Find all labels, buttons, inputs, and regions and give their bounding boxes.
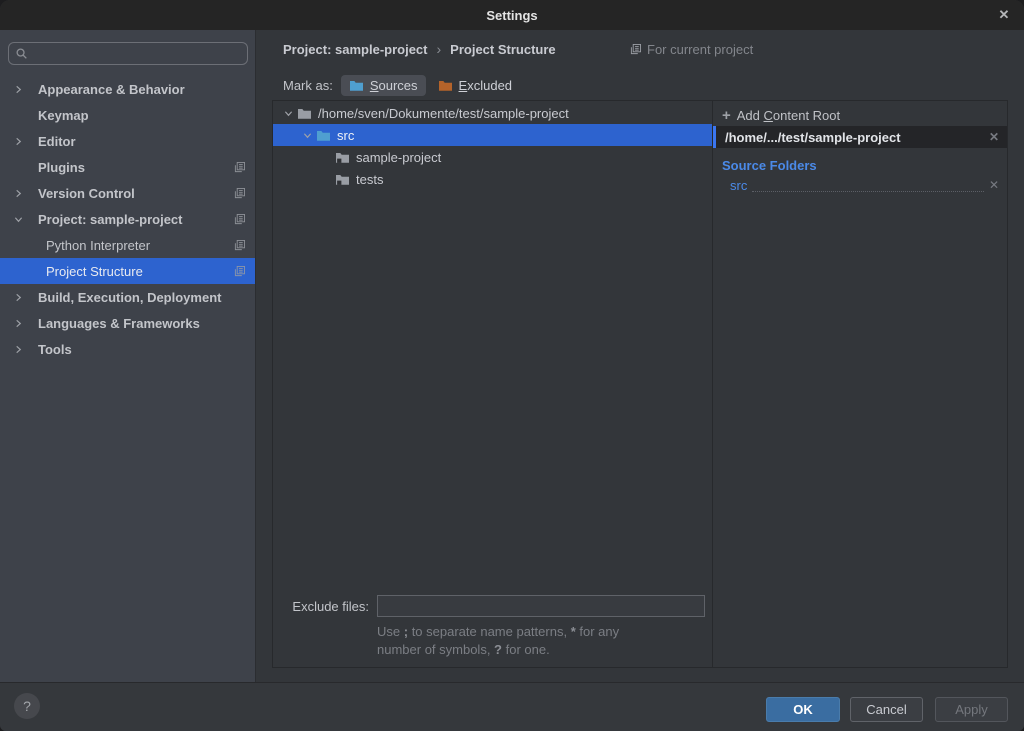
chevron-down-icon (14, 215, 38, 224)
scope-note-label: For current project (647, 42, 753, 57)
chevron-right-icon (14, 85, 38, 94)
apply-button[interactable]: Apply (935, 697, 1008, 722)
dialog-footer: ? OK Cancel Apply (0, 682, 1024, 731)
sidebar-item-label: Python Interpreter (46, 238, 150, 253)
add-content-root-button[interactable]: + Add Content Root (713, 104, 1007, 126)
exclude-files-hint: Use ; to separate name patterns, * for a… (377, 623, 712, 659)
help-icon: ? (23, 698, 31, 714)
sidebar-item-tools[interactable]: Tools (0, 336, 255, 362)
search-field[interactable] (8, 42, 248, 65)
mark-as-option-label: Sources (370, 78, 418, 93)
breadcrumb: Project: sample-project › Project Struct… (283, 38, 556, 60)
chevron-right-icon (14, 189, 38, 198)
sidebar-item-appearance-behavior[interactable]: Appearance & Behavior (0, 76, 255, 102)
folder-icon (349, 79, 364, 92)
folder-tree: /home/sven/Dokumente/test/sample-project… (273, 101, 713, 667)
content-roots-pane: + Add Content Root /home/.../test/sample… (713, 101, 1007, 667)
sidebar-item-project-structure[interactable]: Project Structure (0, 258, 255, 284)
sidebar-item-project-sample-project[interactable]: Project: sample-project (0, 206, 255, 232)
chevron-down-icon (279, 109, 297, 118)
breadcrumb-project[interactable]: Project: sample-project (283, 42, 428, 57)
mark-as-excluded[interactable]: Excluded (430, 75, 520, 96)
add-content-root-label: Add Content Root (737, 108, 840, 123)
tree-row-label: /home/sven/Dokumente/test/sample-project (318, 106, 569, 121)
source-folders-title: Source Folders (722, 158, 1007, 173)
sidebar-item-label: Version Control (38, 186, 135, 201)
chevron-right-icon (14, 319, 38, 328)
exclude-files-input[interactable] (377, 595, 705, 617)
per-project-icon (234, 266, 245, 277)
tree-row-label: tests (356, 172, 383, 187)
exclude-files-section: Exclude files: Use ; to separate name pa… (273, 595, 712, 659)
sidebar-item-python-interpreter[interactable]: Python Interpreter (0, 232, 255, 258)
folder-icon (316, 129, 331, 142)
folder-icon (297, 107, 312, 120)
help-button[interactable]: ? (14, 693, 40, 719)
folder-icon (335, 173, 350, 186)
scope-note: For current project (630, 38, 753, 60)
mark-as-sources[interactable]: Sources (341, 75, 426, 96)
per-project-icon (234, 162, 245, 173)
tree-row-sample-project[interactable]: sample-project (273, 146, 712, 168)
sidebar-item-label: Appearance & Behavior (38, 82, 185, 97)
mark-as-label: Mark as: (283, 78, 333, 93)
search-input[interactable] (33, 45, 241, 62)
dotted-leader (752, 179, 984, 192)
sidebar-item-keymap[interactable]: Keymap (0, 102, 255, 128)
sidebar-item-label: Project Structure (46, 264, 143, 279)
breadcrumb-page[interactable]: Project Structure (450, 42, 555, 57)
sidebar-item-plugins[interactable]: Plugins (0, 154, 255, 180)
content-root-row[interactable]: /home/.../test/sample-project ✕ (713, 126, 1007, 148)
chevron-right-icon (14, 293, 38, 302)
exclude-files-label: Exclude files: (273, 599, 369, 614)
folder-icon (335, 151, 350, 164)
close-icon[interactable]: ✕ (992, 0, 1016, 30)
sidebar-item-label: Project: sample-project (38, 212, 183, 227)
project-structure-panel: /home/sven/Dokumente/test/sample-project… (272, 100, 1008, 668)
remove-content-root-icon[interactable]: ✕ (989, 130, 999, 144)
dialog-title: Settings (486, 8, 537, 23)
tree-row-label: sample-project (356, 150, 441, 165)
ok-button[interactable]: OK (766, 697, 840, 722)
sidebar-item-label: Plugins (38, 160, 85, 175)
per-project-icon (630, 44, 641, 55)
cancel-button[interactable]: Cancel (850, 697, 923, 722)
tree-row-home-sven-dokumente-test-sample-project[interactable]: /home/sven/Dokumente/test/sample-project (273, 102, 712, 124)
chevron-right-icon (14, 137, 38, 146)
tree-row-src[interactable]: src (273, 124, 712, 146)
folder-icon (438, 79, 453, 92)
settings-sidebar: Appearance & Behavior Keymap Editor Plugins… (0, 30, 256, 683)
search-icon (15, 47, 28, 60)
per-project-icon (234, 240, 245, 251)
chevron-right-icon (14, 345, 38, 354)
sidebar-item-label: Editor (38, 134, 76, 149)
sidebar-item-label: Tools (38, 342, 72, 357)
source-folder-row[interactable]: src ✕ (713, 173, 1007, 195)
chevron-down-icon (298, 131, 316, 140)
sidebar-item-build-execution-deployment[interactable]: Build, Execution, Deployment (0, 284, 255, 310)
mark-as-options: Sources Excluded (341, 75, 520, 96)
mark-as-toolbar: Mark as: Sources Excluded (283, 71, 520, 99)
settings-dialog: Settings ✕ Appearance & Behavior Keymap Ed… (0, 0, 1024, 731)
sidebar-item-label: Keymap (38, 108, 89, 123)
sidebar-item-languages-frameworks[interactable]: Languages & Frameworks (0, 310, 255, 336)
sidebar-item-label: Build, Execution, Deployment (38, 290, 221, 305)
mark-as-option-label: Excluded (459, 78, 512, 93)
sidebar-item-editor[interactable]: Editor (0, 128, 255, 154)
per-project-icon (234, 188, 245, 199)
plus-icon: + (722, 107, 731, 124)
sidebar-items: Appearance & Behavior Keymap Editor Plugins… (0, 76, 255, 362)
remove-source-folder-icon[interactable]: ✕ (989, 178, 999, 192)
content-root-path: /home/.../test/sample-project (725, 130, 901, 145)
tree-row-label: src (337, 128, 354, 143)
per-project-icon (234, 214, 245, 225)
sidebar-item-label: Languages & Frameworks (38, 316, 200, 331)
tree-row-tests[interactable]: tests (273, 168, 712, 190)
title-bar: Settings ✕ (0, 0, 1024, 30)
sidebar-item-version-control[interactable]: Version Control (0, 180, 255, 206)
source-folder-name[interactable]: src (730, 178, 747, 193)
breadcrumb-separator-icon: › (437, 41, 442, 57)
